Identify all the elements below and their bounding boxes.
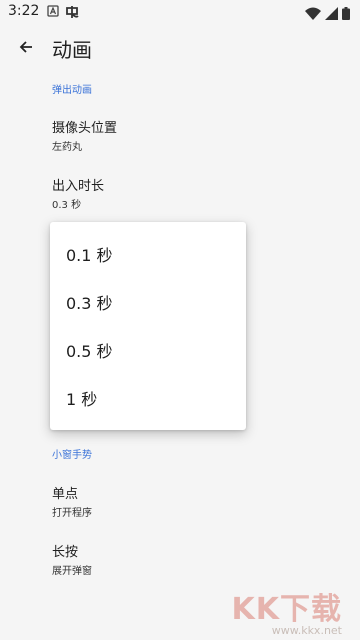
option-label: 0.5 秒 [66,342,113,361]
page-title: 动画 [52,38,92,62]
pref-duration[interactable]: 出入时长 0.3 秒 [0,168,360,220]
pref-single-tap[interactable]: 单点 打开程序 [0,476,360,528]
option-label: 1 秒 [66,390,98,409]
section-header-popup-animation: 弹出动画 [52,85,92,96]
back-button[interactable] [10,32,42,64]
option-label: 0.3 秒 [66,294,113,313]
pref-camera-position[interactable]: 摄像头位置 左药丸 [0,110,360,162]
pref-summary: 打开程序 [52,508,92,519]
option-0-3-sec[interactable]: 0.3 秒 [50,278,246,326]
app-icon [64,5,80,18]
option-0-1-sec[interactable]: 0.1 秒 [50,230,246,278]
section-header-gesture: 小窗手势 [52,450,92,461]
pref-title: 出入时长 [52,179,105,194]
pref-title: 摄像头位置 [52,121,118,136]
battery-icon [342,5,350,24]
pref-long-press[interactable]: 长按 展开弹窗 [0,534,360,586]
option-0-5-sec[interactable]: 0.5 秒 [50,326,246,374]
pref-summary: 0.3 秒 [52,200,82,211]
pref-title: 单点 [52,487,79,502]
option-1-sec[interactable]: 1 秒 [50,374,246,422]
duration-options-menu: 0.1 秒 0.3 秒 0.5 秒 1 秒 [50,222,246,430]
pref-summary: 左药丸 [52,142,82,153]
signal-icon [325,5,338,24]
status-icons [305,5,350,24]
pref-title: 长按 [52,545,79,560]
option-label: 0.1 秒 [66,246,113,265]
wifi-icon [305,5,321,24]
status-bar: 3:22 [0,0,360,24]
pref-summary: 展开弹窗 [52,566,92,577]
status-time: 3:22 [8,3,40,19]
watermark: KK下载 www.kkx.net [231,592,343,638]
watermark-logo: KK下载 [231,592,342,627]
a-icon [47,5,59,17]
arrow-back-icon [19,39,33,58]
app-bar: 动画 [0,24,360,72]
